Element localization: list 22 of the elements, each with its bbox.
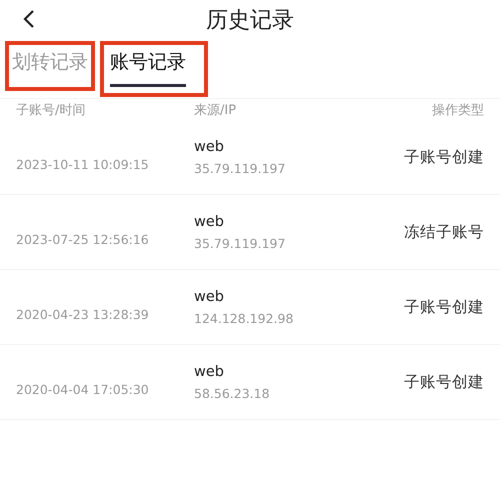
ip-text: 58.56.23.18 [194, 386, 271, 400]
ip-text: 35.79.119.197 [194, 160, 286, 176]
time-text: 2023-10-11 10:09:15 [16, 157, 150, 174]
source-text: web [194, 288, 225, 304]
source-text: web [194, 214, 225, 230]
column-header: 操作类型 [431, 102, 484, 119]
action-type-text: 子账号创建 [403, 146, 484, 168]
ip-text: 35.79.119.197 [194, 236, 286, 250]
chevron-left-icon [23, 9, 35, 29]
ip-text: 124.128.192.98 [194, 310, 294, 326]
source-text: web [194, 138, 225, 154]
action-type-text: 冻结子账号 [403, 222, 484, 242]
column-header: 子账号/时间 [16, 102, 86, 119]
time-text: 2023-07-25 12:56:16 [16, 232, 150, 249]
time-text: 2020-04-04 17:05:30 [16, 382, 150, 399]
action-type-text: 子账号创建 [403, 296, 484, 318]
column-header: 来源/IP [194, 102, 238, 119]
source-text: web [194, 364, 225, 380]
tab[interactable]: 账号记录 [100, 41, 208, 97]
action-type-text: 子账号创建 [403, 372, 484, 392]
time-text: 2020-04-23 13:28:39 [16, 307, 150, 324]
page-title: 历史记录 [206, 7, 294, 35]
